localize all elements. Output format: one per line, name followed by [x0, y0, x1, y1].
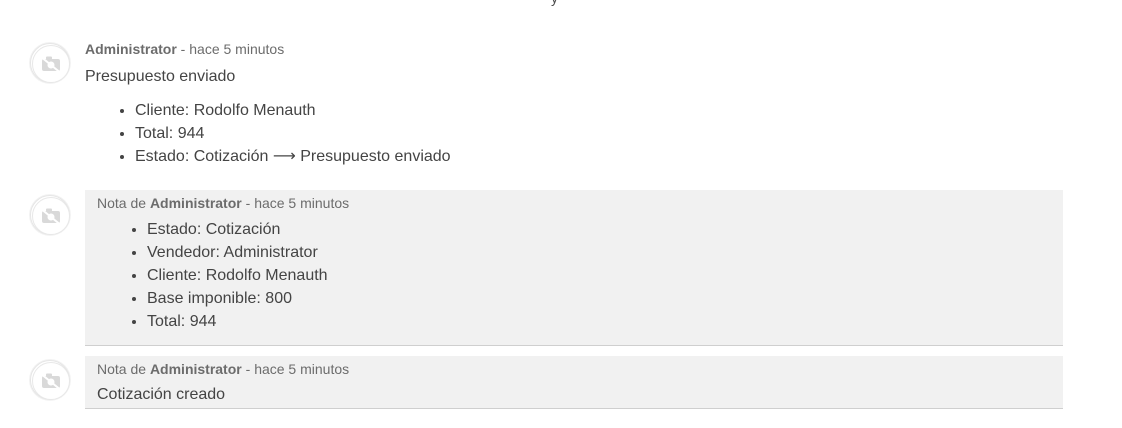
separator: -	[241, 361, 255, 377]
avatar	[30, 360, 70, 400]
timestamp: hace 5 minutos	[254, 195, 350, 211]
author-name: Administrator	[85, 41, 177, 57]
note-prefix: Nota de	[97, 195, 147, 211]
camera-placeholder-icon	[32, 362, 70, 400]
note-text: Cotización creado	[97, 386, 226, 403]
message-item: Administrator - hace 5 minutos Presupues…	[85, 40, 1065, 168]
list-item: Cliente: Rodolfo Menauth	[147, 264, 328, 287]
note-prefix: Nota de	[97, 361, 147, 377]
list-item: Base imponible: 800	[147, 287, 328, 310]
list-item: Estado: Cotización	[147, 218, 328, 241]
change-list: Estado: Cotización Vendedor: Administrat…	[97, 218, 328, 333]
separator: -	[176, 41, 190, 57]
timestamp: hace 5 minutos	[254, 361, 350, 377]
change-list: Cliente: Rodolfo Menauth Total: 944 Esta…	[85, 99, 1065, 168]
cut-off-text: y	[551, 0, 558, 5]
activity-feed: y Administrator - hace 5 minutos Presupu…	[0, 0, 1122, 428]
avatar	[30, 195, 70, 235]
message-header: Administrator - hace 5 minutos	[85, 40, 1065, 58]
list-item: Total: 944	[147, 310, 328, 333]
timestamp: hace 5 minutos	[189, 41, 285, 57]
message-header: Nota de Administrator - hace 5 minutos	[97, 194, 349, 212]
message-header: Nota de Administrator - hace 5 minutos	[97, 360, 349, 378]
camera-placeholder-icon	[32, 45, 70, 83]
author-name: Administrator	[149, 195, 242, 211]
camera-placeholder-icon	[32, 197, 70, 235]
author-name: Administrator	[149, 361, 242, 377]
note-item: Nota de Administrator - hace 5 minutos C…	[85, 356, 1063, 409]
list-item: Estado: Cotización ⟶ Presupuesto enviado	[135, 145, 1065, 168]
message-title: Presupuesto enviado	[85, 68, 236, 85]
list-item: Total: 944	[135, 122, 1065, 145]
avatar	[30, 43, 70, 83]
separator: -	[241, 195, 255, 211]
list-item: Cliente: Rodolfo Menauth	[135, 99, 1065, 122]
note-item: Nota de Administrator - hace 5 minutos E…	[85, 190, 1063, 346]
list-item: Vendedor: Administrator	[147, 241, 328, 264]
